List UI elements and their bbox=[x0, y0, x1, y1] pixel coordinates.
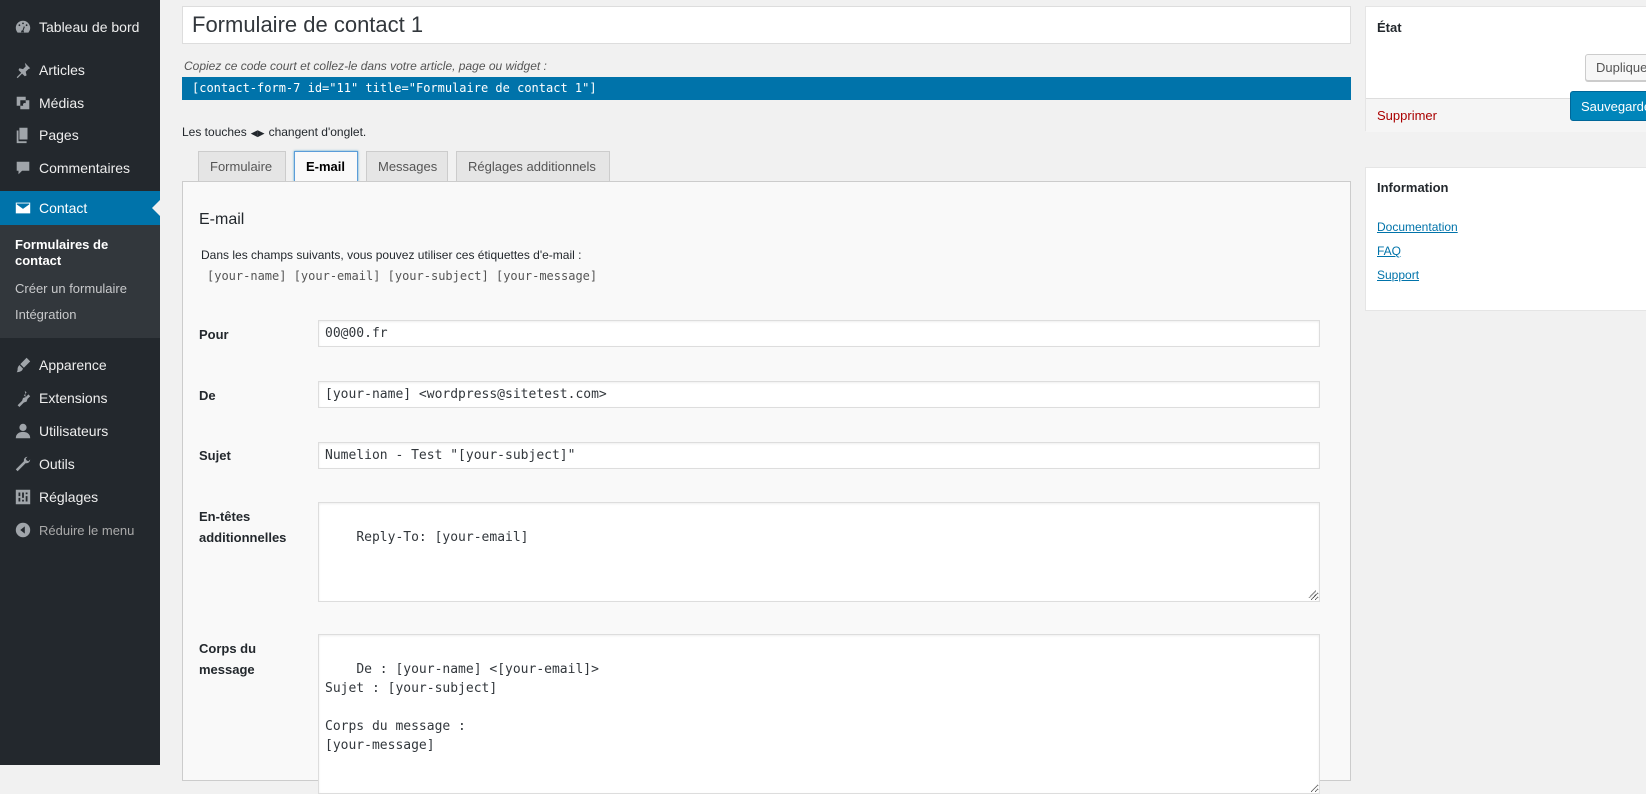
to-label: Pour bbox=[199, 327, 229, 342]
sidebar-item-contact[interactable]: Contact bbox=[0, 191, 160, 225]
sidebar-item-label: Articles bbox=[39, 62, 85, 78]
subject-field[interactable] bbox=[318, 442, 1320, 469]
sidebar-item-appearance[interactable]: Apparence bbox=[0, 348, 160, 382]
comment-icon bbox=[13, 158, 33, 178]
tab-label: Réglages additionnels bbox=[468, 159, 596, 174]
sidebar-item-settings[interactable]: Réglages bbox=[0, 480, 160, 514]
submenu-item-create-form[interactable]: Créer un formulaire bbox=[15, 281, 155, 297]
form-title-input[interactable] bbox=[182, 6, 1351, 44]
tab-label: E-mail bbox=[306, 159, 346, 174]
admin-sidebar: Tableau de bord Articles Médias Pages Co… bbox=[0, 0, 160, 765]
plugin-icon bbox=[13, 388, 33, 408]
panel-heading: E-mail bbox=[199, 211, 245, 228]
contact-submenu: Formulaires de contact Créer un formulai… bbox=[0, 225, 160, 338]
keys-hint-after: changent d'onglet. bbox=[268, 125, 367, 139]
documentation-link[interactable]: Documentation bbox=[1377, 220, 1458, 234]
status-box-title: État bbox=[1377, 20, 1402, 35]
envelope-icon bbox=[13, 198, 33, 218]
submenu-item-contact-forms[interactable]: Formulaires de contact bbox=[15, 237, 155, 269]
collapse-menu-button[interactable]: Réduire le menu bbox=[0, 513, 160, 547]
body-value: De : [your-name] <[your-email]> Sujet : … bbox=[325, 662, 599, 753]
mail-tags-description: Dans les champs suivants, vous pouvez ut… bbox=[201, 248, 582, 262]
collapse-icon bbox=[13, 520, 33, 540]
sidebar-item-label: Médias bbox=[39, 95, 85, 111]
user-icon bbox=[13, 421, 33, 441]
sidebar-item-extensions[interactable]: Extensions bbox=[0, 381, 160, 415]
sidebar-item-articles[interactable]: Articles bbox=[0, 53, 160, 87]
sidebar-item-medias[interactable]: Médias bbox=[0, 86, 160, 120]
from-field[interactable] bbox=[318, 381, 1320, 408]
headers-value: Reply-To: [your-email] bbox=[356, 530, 529, 545]
submenu-item-integration[interactable]: Intégration bbox=[15, 307, 155, 323]
sidebar-item-label: Contact bbox=[39, 200, 88, 216]
duplicate-button[interactable]: Dupliquer bbox=[1585, 54, 1646, 81]
sidebar-item-label: Tableau de bord bbox=[39, 19, 140, 35]
sidebar-item-label: Pages bbox=[39, 127, 79, 143]
subject-label: Sujet bbox=[199, 448, 231, 463]
tab-keys-hint: Les touches ◀▶ changent d'onglet. bbox=[182, 125, 366, 139]
tab-label: Messages bbox=[378, 159, 438, 174]
mail-tags-list: [your-name] [your-email] [your-subject] … bbox=[207, 269, 598, 283]
body-label-line2: message bbox=[199, 662, 255, 677]
headers-label: En-têtes additionnelles bbox=[199, 506, 286, 548]
sidebar-item-label: Utilisateurs bbox=[39, 423, 109, 439]
sidebar-item-dashboard[interactable]: Tableau de bord bbox=[0, 10, 160, 44]
body-label-line1: Corps du bbox=[199, 641, 257, 656]
dashboard-icon bbox=[13, 17, 33, 37]
sidebar-item-label: Extensions bbox=[39, 390, 108, 406]
media-icon bbox=[13, 93, 33, 113]
information-box: Information Documentation FAQ Support bbox=[1365, 167, 1646, 311]
tab-messages[interactable]: Messages bbox=[366, 151, 448, 181]
delete-link[interactable]: Supprimer bbox=[1377, 108, 1437, 123]
support-link[interactable]: Support bbox=[1377, 268, 1419, 282]
resize-handle-icon[interactable] bbox=[1308, 590, 1316, 598]
shortcode-hint: Copiez ce code court et collez-le dans v… bbox=[184, 59, 547, 73]
save-label: Sauvegarder bbox=[1581, 98, 1646, 114]
status-box-footer: Supprimer Sauvegarder bbox=[1366, 91, 1646, 132]
message-body-textarea[interactable]: De : [your-name] <[your-email]> Sujet : … bbox=[318, 634, 1320, 794]
tab-label: Formulaire bbox=[210, 159, 273, 174]
pages-icon bbox=[13, 125, 33, 145]
keys-hint-before: Les touches bbox=[182, 125, 247, 139]
sidebar-item-pages[interactable]: Pages bbox=[0, 118, 160, 152]
save-button[interactable]: Sauvegarder bbox=[1570, 91, 1646, 121]
tab-additional-settings[interactable]: Réglages additionnels bbox=[456, 151, 610, 181]
wrench-icon bbox=[13, 454, 33, 474]
sidebar-item-label: Réglages bbox=[39, 489, 99, 505]
to-field[interactable] bbox=[318, 320, 1320, 347]
from-label: De bbox=[199, 388, 216, 403]
headers-label-line2: additionnelles bbox=[199, 530, 287, 545]
duplicate-label: Dupliquer bbox=[1596, 60, 1646, 75]
additional-headers-textarea[interactable]: Reply-To: [your-email] bbox=[318, 502, 1320, 602]
brush-icon bbox=[13, 355, 33, 375]
tab-email[interactable]: E-mail bbox=[294, 151, 358, 182]
sidebar-item-label: Commentaires bbox=[39, 160, 131, 176]
shortcode-field[interactable]: [contact-form-7 id="11" title="Formulair… bbox=[182, 77, 1351, 100]
sidebar-item-tools[interactable]: Outils bbox=[0, 447, 160, 481]
arrow-keys-icon: ◀▶ bbox=[250, 128, 265, 138]
status-box: État Dupliquer Supprimer Sauvegarder bbox=[1365, 6, 1646, 132]
information-box-title: Information bbox=[1377, 180, 1449, 195]
sidebar-item-label: Outils bbox=[39, 456, 75, 472]
faq-link[interactable]: FAQ bbox=[1377, 244, 1401, 258]
settings-icon bbox=[13, 487, 33, 507]
sidebar-item-label: Apparence bbox=[39, 357, 107, 373]
sidebar-item-comments[interactable]: Commentaires bbox=[0, 151, 160, 185]
pin-icon bbox=[13, 60, 33, 80]
collapse-menu-label: Réduire le menu bbox=[39, 522, 135, 538]
tab-formulaire[interactable]: Formulaire bbox=[198, 151, 286, 181]
headers-label-line1: En-têtes bbox=[199, 509, 251, 524]
body-label: Corps du message bbox=[199, 638, 256, 680]
mail-panel: E-mail Dans les champs suivants, vous po… bbox=[182, 181, 1351, 794]
sidebar-item-users[interactable]: Utilisateurs bbox=[0, 414, 160, 448]
